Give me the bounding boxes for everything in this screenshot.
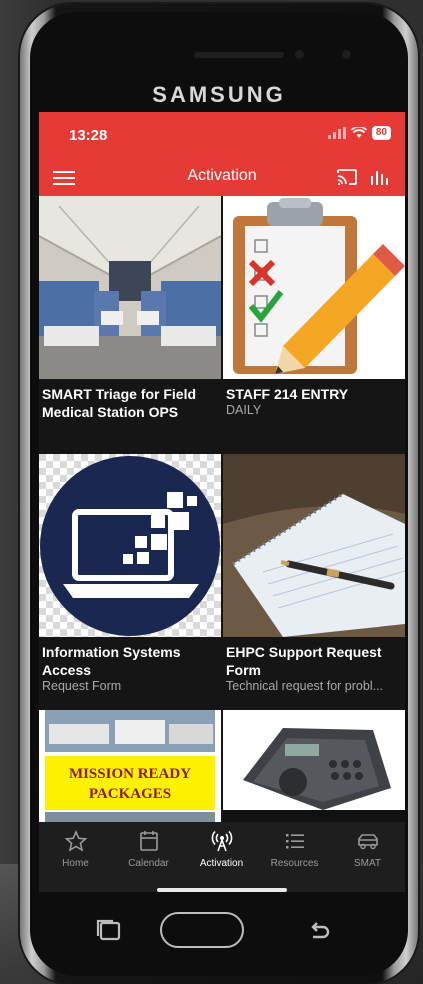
tile-image: [223, 454, 405, 637]
home-button[interactable]: [160, 912, 244, 948]
cast-icon: [337, 169, 357, 185]
earpiece-speaker: [194, 52, 284, 58]
list-icon: [285, 834, 304, 849]
bottom-navigation: Home Calendar Activation Resources SMAT: [39, 822, 405, 892]
nav-label: Calendar: [128, 858, 169, 869]
device-brand: SAMSUNG: [152, 82, 286, 107]
tile-text: EHPC Support Request Form Technical requ…: [226, 643, 401, 694]
tile-text: STAFF 214 ENTRY DAILY: [226, 385, 401, 418]
tile-grid: SMART Triage for Field Medical Station O…: [39, 196, 405, 822]
tile-image: [39, 454, 221, 637]
star-icon: [64, 830, 87, 852]
antenna-icon: [211, 830, 232, 852]
nav-activation[interactable]: Activation: [185, 830, 258, 869]
tile-text: Information Systems Access Request Form: [42, 643, 217, 694]
tile-title: SMART Triage for Field Medical Station O…: [42, 386, 197, 420]
truck-icon: [357, 834, 378, 850]
tile-ehpc-support[interactable]: EHPC Support Request Form Technical requ…: [223, 454, 405, 710]
tile-image: [223, 710, 405, 822]
tile-title: STAFF 214 ENTRY: [226, 386, 349, 402]
tile-staff-214[interactable]: STAFF 214 ENTRY DAILY: [223, 196, 405, 454]
wifi-icon: [350, 127, 367, 138]
nav-label: Resources: [270, 858, 319, 869]
tile-title: Information Systems Access: [42, 644, 181, 678]
tile-conference-phone[interactable]: [223, 710, 405, 822]
tile-image: MISSION READY PACKAGES: [39, 710, 221, 822]
back-arrow-icon: [311, 922, 330, 939]
tile-subtitle: Technical request for probl...: [226, 679, 384, 693]
app-bar: Activation: [39, 158, 405, 196]
nav-resources[interactable]: Resources: [258, 830, 331, 869]
status-bar: 13:28 80: [39, 112, 405, 158]
battery-badge: 80: [371, 126, 391, 140]
status-icons: 80: [327, 126, 391, 140]
nav-smat[interactable]: SMAT: [331, 830, 404, 869]
chart-button[interactable]: [369, 167, 393, 187]
front-camera: [342, 50, 351, 59]
app-screen: 13:28 80 Activation SMART Triage for Fie…: [39, 112, 405, 892]
back-button[interactable]: [305, 918, 333, 944]
tile-subtitle: DAILY: [226, 403, 262, 417]
bar-chart-icon: [371, 171, 388, 185]
nav-label: Home: [62, 858, 89, 869]
tile-subtitle: Request Form: [42, 679, 122, 693]
tile-title: EHPC Support Request Form: [226, 644, 382, 678]
tile-image: [223, 196, 405, 379]
calendar-icon: [139, 831, 158, 851]
tile-text: SMART Triage for Field Medical Station O…: [42, 385, 217, 421]
home-indicator[interactable]: [157, 888, 287, 892]
nav-label: SMAT: [353, 858, 382, 869]
recent-apps-icon: [96, 919, 121, 941]
signal-icon: [327, 127, 346, 139]
nav-label: Activation: [199, 858, 244, 869]
svg-text:MISSION READY: MISSION READY: [69, 766, 191, 782]
tile-mission-ready-packages[interactable]: MISSION READY PACKAGES: [39, 710, 221, 822]
proximity-sensor: [295, 50, 304, 59]
nav-calendar[interactable]: Calendar: [112, 830, 185, 869]
cast-button[interactable]: [335, 167, 359, 187]
status-time: 13:28: [69, 127, 108, 144]
tile-smart-triage[interactable]: SMART Triage for Field Medical Station O…: [39, 196, 221, 454]
nav-home[interactable]: Home: [39, 830, 112, 869]
tile-image: [39, 196, 221, 379]
svg-text:PACKAGES: PACKAGES: [89, 786, 171, 802]
tile-information-systems[interactable]: Information Systems Access Request Form: [39, 454, 221, 710]
recent-apps-button[interactable]: [95, 918, 123, 944]
